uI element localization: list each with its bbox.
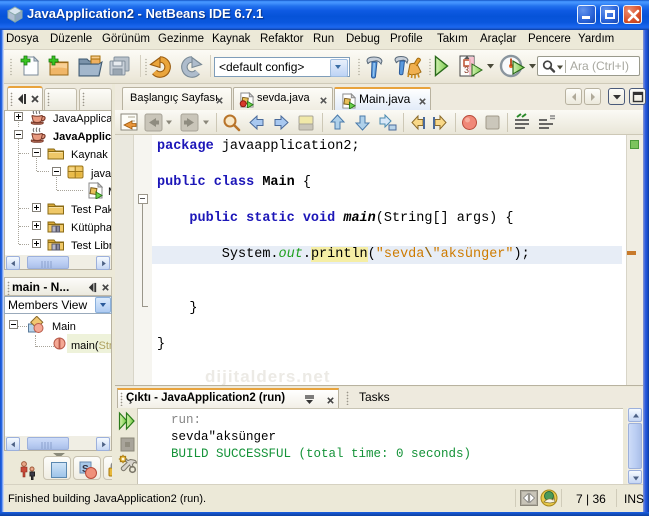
svg-text:3: 3 xyxy=(464,65,469,75)
